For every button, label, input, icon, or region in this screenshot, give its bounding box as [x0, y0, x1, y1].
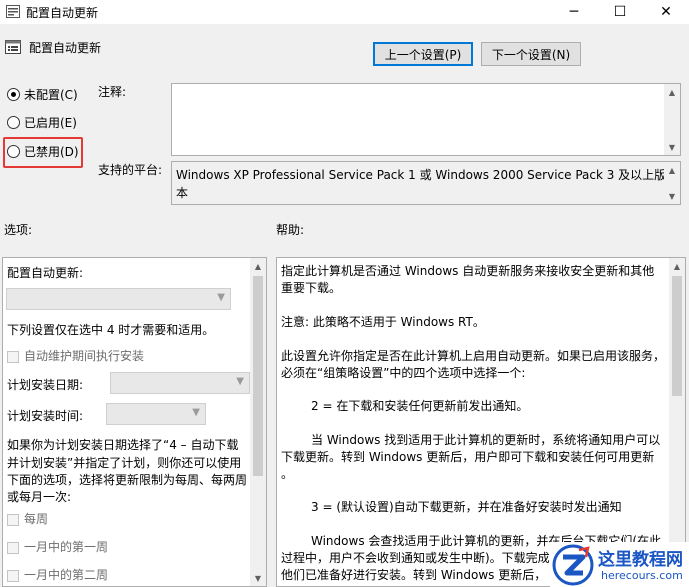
scroll-up-arrow-icon[interactable]: ▲: [664, 162, 680, 178]
watermark-logo-icon: [552, 544, 594, 586]
radio-enabled[interactable]: 已启用(E): [7, 112, 77, 132]
install-time-dropdown[interactable]: ▼: [106, 403, 206, 425]
chevron-down-icon: ▼: [236, 376, 244, 387]
comment-textarea[interactable]: ▲ ▼: [171, 83, 681, 156]
second-week-checkbox[interactable]: 一月中的第二周: [7, 566, 108, 583]
chevron-down-icon: ▼: [192, 407, 200, 418]
scroll-down-arrow-icon[interactable]: ▼: [664, 139, 680, 155]
checkbox-label: 每周: [24, 512, 49, 526]
platform-textbox: Windows XP Professional Service Pack 1 或…: [171, 161, 681, 205]
radio-label: 未配置(C): [24, 87, 78, 102]
help-text-line: 指定此计算机是否通过 Windows 自动更新服务来接收安全更新和其他: [281, 264, 655, 278]
checkbox-icon: [7, 541, 19, 554]
policy-setting-icon: [5, 40, 21, 54]
scroll-up-arrow-icon[interactable]: ▲: [250, 258, 266, 274]
checkbox-label: 一月中的第二周: [24, 568, 109, 582]
maximize-button[interactable]: ☐: [597, 0, 643, 24]
title-bar: 配置自动更新 ─ ☐ ✕: [0, 0, 689, 24]
help-text-line: 注意: 此策略不适用于 Windows RT。: [281, 315, 485, 329]
help-text-line: 3 = (默认设置)自动下载更新，并在准备好安装时发出通知: [311, 500, 622, 514]
platform-scrollbar[interactable]: ▲ ▼: [664, 162, 680, 204]
watermark-title: 这里教程网: [598, 550, 683, 570]
comment-label: 注释:: [98, 85, 127, 99]
weekly-checkbox[interactable]: 每周: [7, 510, 48, 527]
options-pane: 配置自动更新: ▼ 下列设置仅在选中 4 时才需要和适用。 自动维护期间执行安装…: [2, 257, 267, 587]
close-icon: ✕: [660, 4, 672, 20]
configure-update-dropdown[interactable]: ▼: [6, 288, 231, 310]
options-note: 下列设置仅在选中 4 时才需要和适用。: [7, 323, 215, 337]
checkbox-label: 自动维护期间执行安装: [24, 349, 145, 363]
radio-dot: [7, 87, 20, 101]
red-highlight-box: [3, 137, 83, 168]
scroll-thumb[interactable]: [253, 276, 263, 476]
minimize-icon: ─: [569, 4, 579, 20]
radio-not-configured[interactable]: 未配置(C): [7, 84, 78, 104]
schedule-para-line: 或每月一次:: [7, 490, 72, 504]
radio-dot: [7, 115, 20, 129]
help-pane: 指定此计算机是否通过 Windows 自动更新服务来接收安全更新和其他 重要下载…: [276, 257, 686, 587]
checkbox-icon: [7, 350, 19, 363]
scroll-thumb[interactable]: [672, 276, 682, 396]
help-text-line: 重要下载。: [281, 281, 342, 295]
close-button[interactable]: ✕: [643, 0, 689, 24]
minimize-button[interactable]: ─: [551, 0, 597, 24]
scroll-up-arrow-icon[interactable]: ▲: [664, 84, 680, 100]
scroll-up-arrow-icon[interactable]: ▲: [669, 258, 685, 274]
install-time-label: 计划安装时间:: [7, 409, 84, 423]
watermark: 这里教程网 herecours.com: [550, 542, 689, 587]
first-week-checkbox[interactable]: 一月中的第一周: [7, 538, 108, 555]
next-setting-button[interactable]: 下一个设置(N): [481, 42, 581, 66]
platform-text-line1: Windows XP Professional Service Pack 1 或…: [176, 168, 667, 182]
platform-label: 支持的平台:: [98, 163, 163, 177]
next-setting-label: 下一个设置(N): [491, 47, 571, 62]
configure-update-label: 配置自动更新:: [7, 266, 84, 280]
policy-title: 配置自动更新: [29, 41, 102, 55]
help-scrollbar[interactable]: ▲: [669, 258, 685, 586]
help-text-line: 下载更新。转到 Windows 更新后，用户即可下载和安装任何可用更新: [281, 450, 655, 464]
help-text-line: 2 = 在下载和安装任何更新前发出通知。: [311, 399, 529, 413]
options-label: 选项:: [4, 223, 33, 237]
policy-icon: [6, 5, 20, 18]
install-day-dropdown[interactable]: ▼: [110, 372, 250, 394]
radio-label: 已启用(E): [24, 115, 77, 130]
scroll-down-arrow-icon[interactable]: ▼: [664, 188, 680, 204]
help-label: 帮助:: [276, 223, 305, 237]
help-text-line: 过程中，用户不会收到通知或发生中断)。下载完成: [281, 551, 550, 565]
maximize-icon: ☐: [613, 4, 627, 20]
help-text-line: 此设置允许你指定是否在此计算机上启用自动更新。如果已启用该服务，: [281, 349, 666, 363]
checkbox-icon: [7, 513, 19, 526]
chevron-down-icon: ▼: [217, 292, 225, 303]
help-text-line: 。: [281, 467, 294, 481]
platform-text-line2: 本: [176, 186, 189, 200]
schedule-para-line: 下面的选项，选择将更新限制为每周、每两周: [7, 473, 248, 487]
install-day-label: 计划安装日期:: [7, 378, 84, 392]
options-scrollbar[interactable]: ▲ ▼: [250, 258, 266, 586]
scroll-down-arrow-icon[interactable]: ▼: [250, 570, 266, 586]
checkbox-icon: [7, 569, 19, 582]
help-text-line: 必须在“组策略设置”中的四个选项中选择一个:: [281, 366, 526, 380]
previous-setting-label: 上一个设置(P): [384, 47, 462, 62]
watermark-url: herecours.com: [601, 569, 683, 582]
maintenance-checkbox[interactable]: 自动维护期间执行安装: [7, 347, 144, 364]
schedule-para-line: 如果你为计划安装日期选择了“4 – 自动下载: [7, 438, 239, 452]
comment-scrollbar[interactable]: ▲ ▼: [664, 84, 680, 155]
schedule-para-line: 并计划安装”并指定了计划，则你还可以使用: [7, 456, 242, 470]
help-text-line: 他们已准备好进行安装。转到 Windows 更新后，: [281, 568, 547, 582]
checkbox-label: 一月中的第一周: [24, 540, 109, 554]
help-text-line: 当 Windows 找到适用于此计算机的更新时，系统将通知用户可以: [311, 433, 661, 447]
previous-setting-button[interactable]: 上一个设置(P): [373, 42, 473, 66]
window-title: 配置自动更新: [26, 6, 99, 20]
